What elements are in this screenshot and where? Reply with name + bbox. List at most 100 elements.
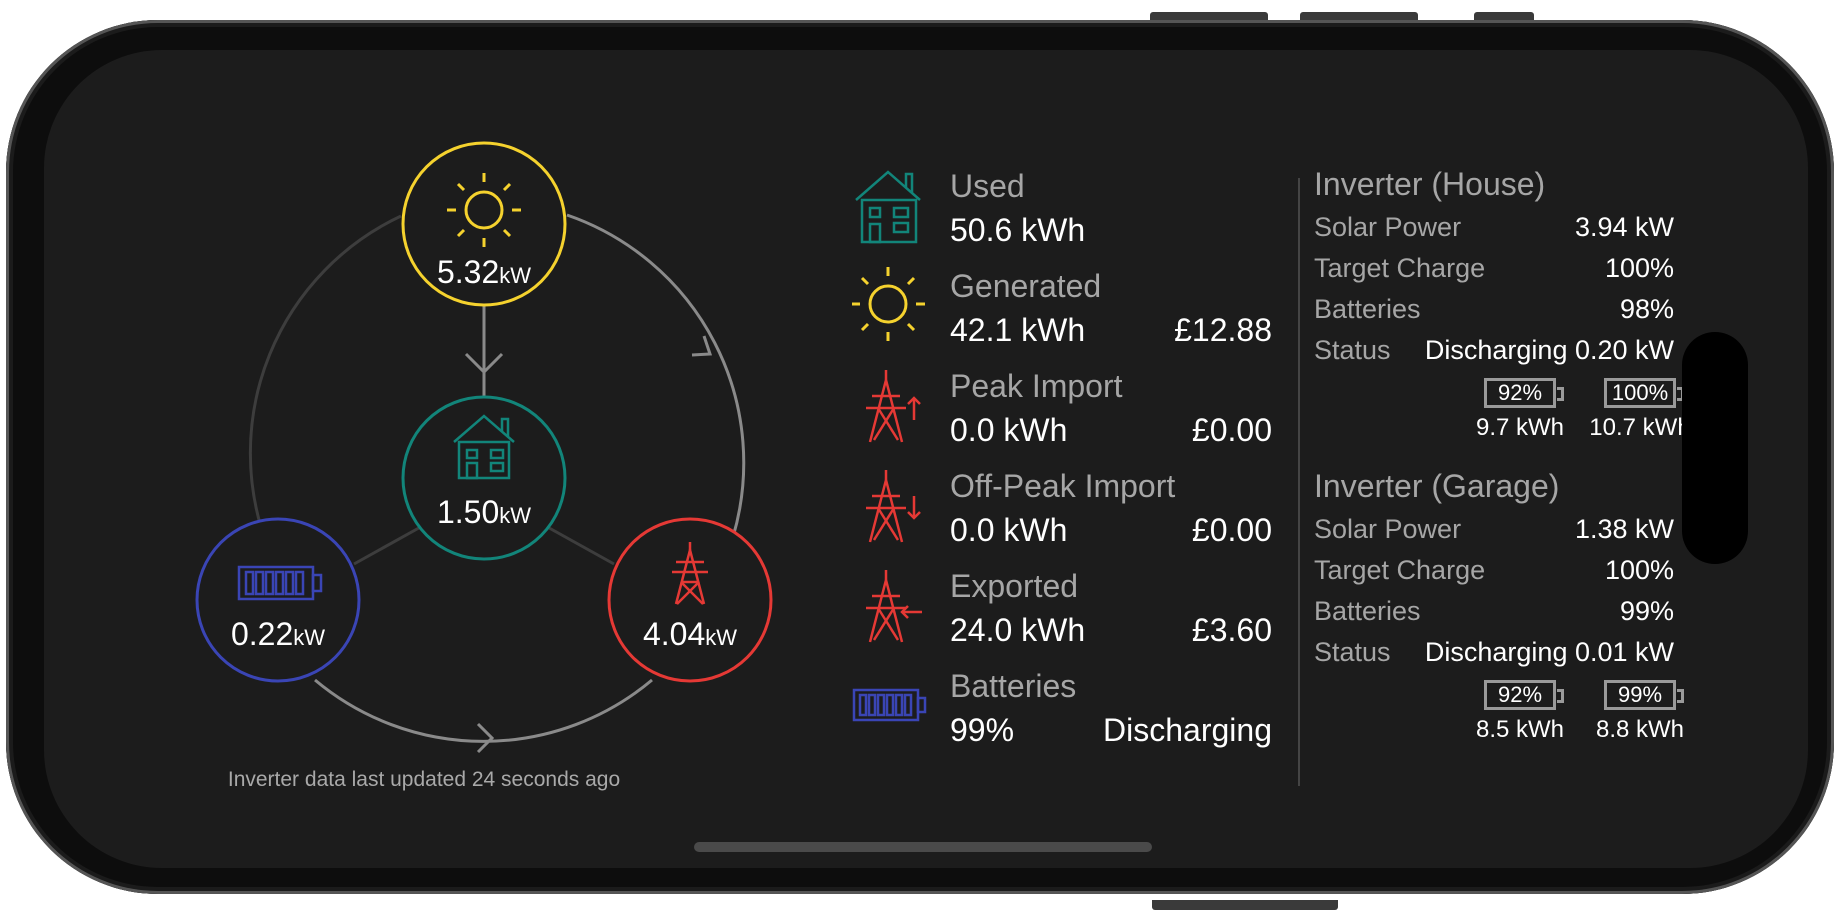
solar-power-value: 5.32kW: [384, 254, 584, 291]
pylon-up-icon: [866, 370, 921, 443]
house-power-value: 1.50kW: [384, 494, 584, 531]
offpeak-import-label: Off-Peak Import: [950, 468, 1176, 504]
batteries-value: 99%: [950, 712, 1015, 748]
inverter-garage-row: Status Discharging 0.01 kW: [1314, 633, 1674, 674]
offpeak-import-value: 0.0 kWh: [950, 512, 1068, 548]
row-key: Status: [1314, 637, 1391, 667]
home-indicator[interactable]: [694, 842, 1152, 852]
flow-chevron-right: [691, 335, 713, 357]
sun-icon: [852, 267, 925, 341]
battery-level-icon: 92%: [1484, 680, 1564, 710]
pylon-left-icon: [866, 570, 922, 643]
grid-power-value: 4.04kW: [590, 616, 790, 653]
app-screen: 5.32kW 1.50kW 0.22kW 4.04kW Inverter dat…: [44, 50, 1808, 868]
grid-power-unit: kW: [705, 625, 738, 650]
peak-import-cost: £0.00: [1191, 412, 1272, 448]
row-value: 1.38 kW: [1574, 514, 1674, 544]
battery-level-icon: 100%: [1604, 378, 1684, 408]
house-icon: [855, 170, 921, 244]
inverter-garage-row: Batteries 99%: [1314, 592, 1674, 633]
battery-level-icon: 92%: [1484, 378, 1564, 408]
house-power-number: 1.50: [436, 494, 500, 530]
battery-level-icon: 99%: [1604, 680, 1684, 710]
inverter-house-row: Solar Power 3.94 kW: [1314, 208, 1674, 249]
inverter-garage-panel: Inverter (Garage) Solar Power 1.38 kW Ta…: [1314, 468, 1684, 758]
inverter-garage-row: Target Charge 100%: [1314, 551, 1674, 592]
row-value: 99%: [1619, 596, 1674, 626]
row-key: Solar Power: [1314, 212, 1462, 242]
battery-power-number: 0.22: [230, 616, 294, 652]
generated-value: 42.1 kWh: [950, 312, 1086, 348]
row-value: 3.94 kW: [1574, 212, 1674, 242]
row-key: Target Charge: [1314, 555, 1486, 585]
batteries-label: Batteries: [950, 668, 1077, 704]
battery-unit: 99% 8.8 kWh: [1588, 680, 1692, 744]
panel-divider: [1298, 178, 1300, 786]
battery-icon: [852, 688, 927, 722]
inverter-garage-batteries: 92% 8.5 kWh 99% 8.8 kWh: [1314, 674, 1684, 758]
battery-unit: 100% 10.7 kWh: [1588, 378, 1692, 442]
peak-import-value: 0.0 kWh: [950, 412, 1068, 448]
pylon-down-icon: [866, 470, 921, 543]
energy-flow-diagram: [195, 141, 773, 754]
solar-power-number: 5.32: [436, 254, 500, 290]
row-key: Solar Power: [1314, 514, 1462, 544]
row-value: Discharging 0.01 kW: [1424, 637, 1674, 667]
inverter-garage-row: Solar Power 1.38 kW: [1314, 510, 1674, 551]
inverter-house-row: Batteries 98%: [1314, 290, 1674, 331]
battery-percent: 92%: [1497, 682, 1543, 707]
camera-island: [1682, 332, 1748, 564]
row-key: Batteries: [1314, 596, 1421, 626]
house-power-unit: kW: [499, 503, 532, 528]
row-value: Discharging 0.20 kW: [1424, 335, 1674, 365]
phone-frame: 5.32kW 1.50kW 0.22kW 4.04kW Inverter dat…: [6, 20, 1834, 894]
inverter-house-title: Inverter (House): [1314, 166, 1546, 202]
summary-row-offpeak-import: Off-Peak Import 0.0 kWh £0.00: [852, 462, 1272, 562]
battery-unit: 92% 9.7 kWh: [1468, 378, 1572, 442]
used-value: 50.6 kWh: [950, 212, 1086, 248]
summary-row-used: Used 50.6 kWh: [852, 162, 1272, 262]
row-key: Target Charge: [1314, 253, 1486, 283]
inverter-garage-title: Inverter (Garage): [1314, 468, 1560, 504]
flow-ring-arc-left: [248, 214, 402, 546]
solar-power-unit: kW: [499, 263, 532, 288]
summary-row-peak-import: Peak Import 0.0 kWh £0.00: [852, 362, 1272, 462]
inverter-house-panel: Inverter (House) Solar Power 3.94 kW Tar…: [1314, 166, 1691, 456]
last-updated-text: Inverter data last updated 24 seconds ag…: [227, 768, 621, 791]
battery-unit: 92% 8.5 kWh: [1468, 680, 1572, 744]
row-value: 100%: [1604, 555, 1674, 585]
battery-percent: 99%: [1617, 682, 1663, 707]
flow-chevron-bottom: [476, 722, 495, 754]
offpeak-import-cost: £0.00: [1191, 512, 1272, 548]
inverter-house-row: Target Charge 100%: [1314, 249, 1674, 290]
exported-cost: £3.60: [1191, 612, 1272, 648]
battery-energy: 8.8 kWh: [1595, 716, 1685, 743]
row-key: Status: [1314, 335, 1391, 365]
peak-import-label: Peak Import: [950, 368, 1123, 404]
inverter-house-row: Status Discharging 0.20 kW: [1314, 331, 1674, 372]
generated-cost: £12.88: [1174, 312, 1272, 348]
power-button: [1152, 900, 1338, 910]
battery-power-value: 0.22kW: [178, 616, 378, 653]
battery-energy: 9.7 kWh: [1475, 414, 1565, 441]
grid-power-number: 4.04: [642, 616, 706, 652]
battery-power-unit: kW: [293, 625, 326, 650]
batteries-status: Discharging: [1103, 712, 1272, 748]
row-value: 98%: [1619, 294, 1674, 324]
row-key: Batteries: [1314, 294, 1421, 324]
battery-energy: 8.5 kWh: [1475, 716, 1565, 743]
summary-row-generated: Generated 42.1 kWh £12.88: [852, 262, 1272, 362]
row-value: 100%: [1604, 253, 1674, 283]
battery-percent: 100%: [1611, 380, 1669, 405]
exported-value: 24.0 kWh: [950, 612, 1086, 648]
exported-label: Exported: [950, 568, 1079, 604]
flow-ring-arc-battery-grid: [314, 678, 653, 743]
battery-energy: 10.7 kWh: [1589, 414, 1691, 441]
battery-percent: 92%: [1497, 380, 1543, 405]
flow-ring-arc-solar-grid: [566, 213, 746, 538]
summary-row-exported: Exported 24.0 kWh £3.60: [852, 562, 1272, 662]
inverter-house-batteries: 92% 9.7 kWh 100% 10.7 kWh: [1314, 372, 1691, 456]
energy-summary: Used 50.6 kWh Generated 42.1 kWh £12.88 …: [852, 162, 1272, 762]
used-label: Used: [950, 168, 1025, 204]
summary-row-batteries: Batteries 99% Discharging: [852, 662, 1272, 762]
